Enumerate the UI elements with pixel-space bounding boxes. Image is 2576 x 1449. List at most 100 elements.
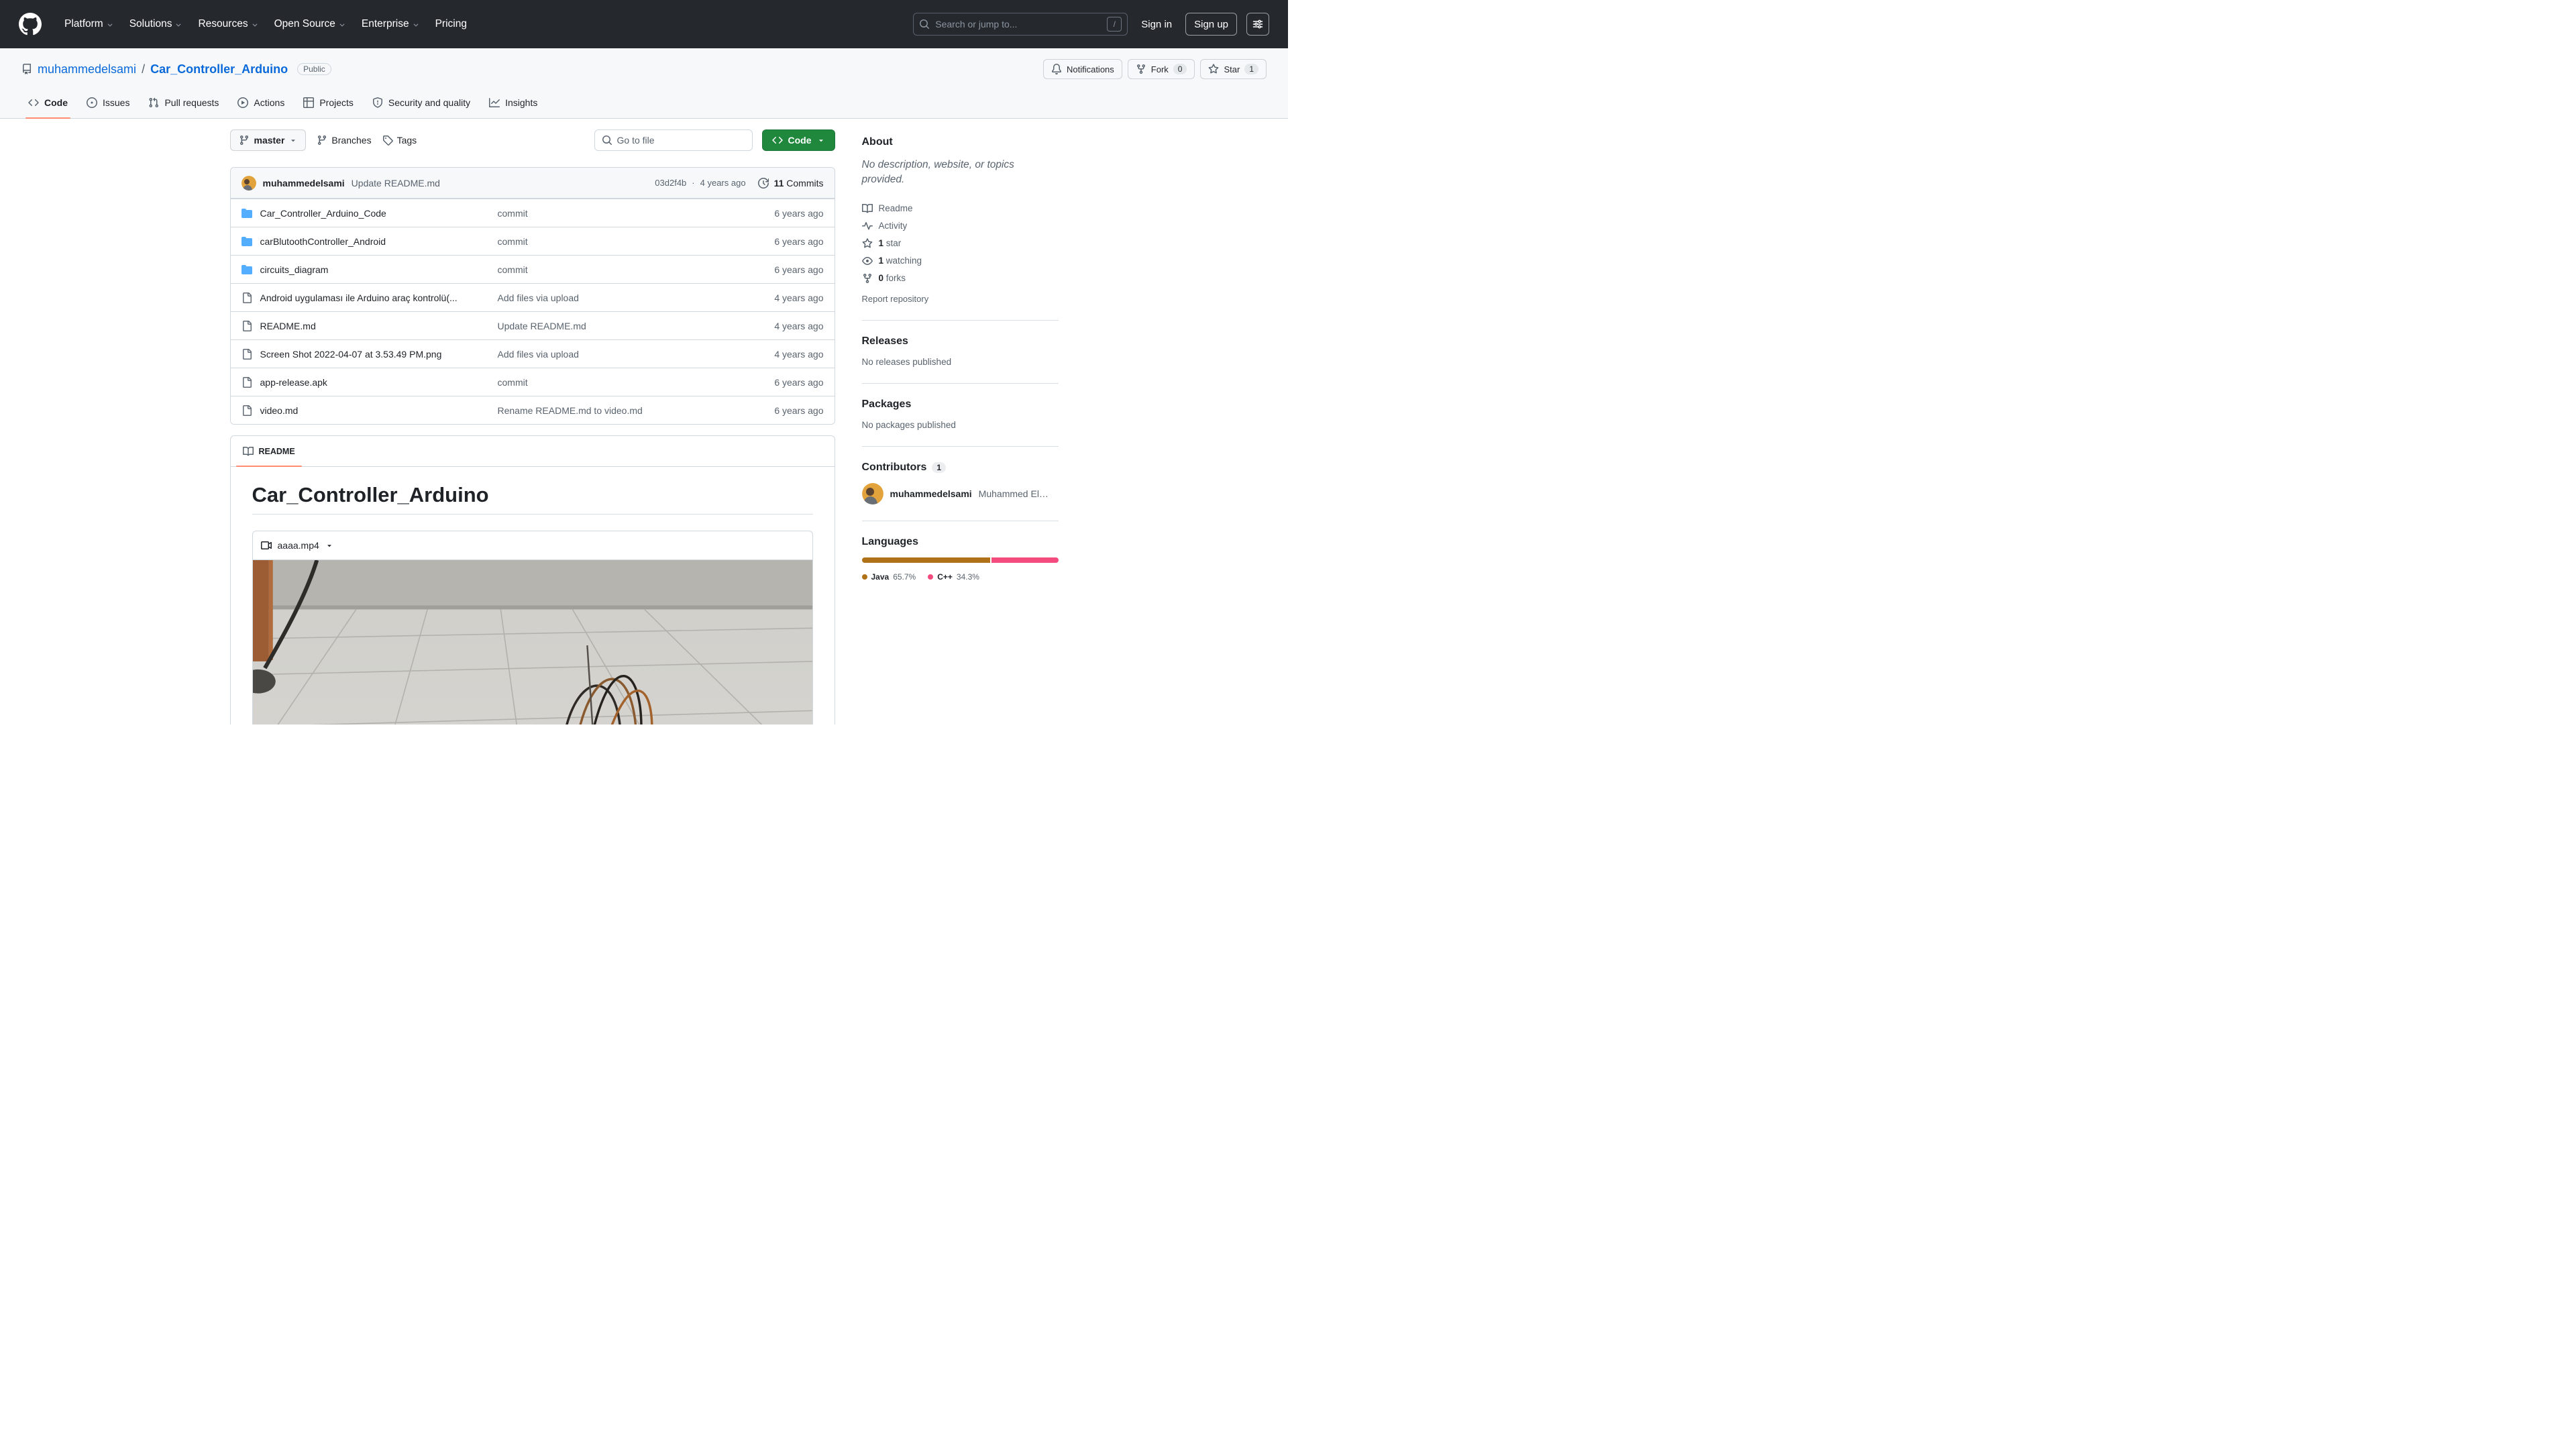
file-name-link[interactable]: Screen Shot 2022-04-07 at 3.53.49 PM.png bbox=[260, 349, 442, 360]
branch-selector[interactable]: master bbox=[230, 129, 307, 151]
language-bar-java[interactable] bbox=[862, 557, 990, 563]
main-content: master Branches Tags bbox=[230, 129, 1059, 724]
languages-heading: Languages bbox=[862, 536, 1059, 548]
releases-heading[interactable]: Releases bbox=[862, 335, 1059, 347]
file-commit-link[interactable]: commit bbox=[498, 377, 528, 388]
avatar[interactable] bbox=[862, 483, 883, 504]
file-name-link[interactable]: app-release.apk bbox=[260, 377, 327, 388]
file-browser: muhammedelsami Update README.md 03d2f4b … bbox=[230, 167, 835, 425]
language-cpp[interactable]: C++ 34.3% bbox=[928, 572, 979, 582]
file-row: carBlutoothController_Android commit 6 y… bbox=[231, 227, 835, 255]
about-heading: About bbox=[862, 136, 1059, 148]
star-icon bbox=[862, 238, 873, 249]
tab-projects[interactable]: Projects bbox=[297, 87, 360, 118]
contributor-full-name: Muhammed El… bbox=[979, 488, 1049, 499]
file-name-link[interactable]: circuits_diagram bbox=[260, 264, 329, 275]
fork-button[interactable]: Fork 0 bbox=[1128, 59, 1195, 79]
star-button[interactable]: Star 1 bbox=[1200, 59, 1267, 79]
robot-car-video-still bbox=[253, 560, 812, 724]
history-icon bbox=[758, 178, 769, 189]
tab-code[interactable]: Code bbox=[21, 87, 74, 118]
global-search[interactable]: / bbox=[913, 13, 1128, 36]
file-commit-link[interactable]: commit bbox=[498, 264, 528, 275]
go-to-file-input[interactable] bbox=[617, 135, 745, 146]
appearance-settings-button[interactable] bbox=[1246, 13, 1269, 36]
commit-author-link[interactable]: muhammedelsami bbox=[263, 178, 345, 189]
repo-tabs: Code Issues Pull requests Actions Projec… bbox=[21, 87, 1267, 118]
shield-icon bbox=[372, 97, 383, 108]
nav-item-resources[interactable]: Resources bbox=[193, 13, 263, 36]
file-row: Car_Controller_Arduino_Code commit 6 yea… bbox=[231, 199, 835, 227]
repo-book-icon bbox=[21, 64, 32, 74]
breadcrumb: muhammedelsami / Car_Controller_Arduino … bbox=[21, 62, 331, 76]
activity-stat[interactable]: Activity bbox=[862, 217, 1059, 235]
file-commit-link[interactable]: Rename README.md to video.md bbox=[498, 405, 643, 416]
file-name-link[interactable]: Android uygulaması ile Arduino araç kont… bbox=[260, 292, 458, 303]
contributors-heading[interactable]: Contributors1 bbox=[862, 462, 1059, 474]
go-to-file-box[interactable] bbox=[594, 129, 753, 151]
play-icon bbox=[237, 97, 248, 108]
file-commit-link[interactable]: Update README.md bbox=[498, 321, 586, 331]
latest-commit-bar: muhammedelsami Update README.md 03d2f4b … bbox=[231, 168, 835, 199]
language-bar-cpp[interactable] bbox=[991, 557, 1059, 563]
stars-stat[interactable]: 1 star bbox=[862, 235, 1059, 252]
breadcrumb-owner-link[interactable]: muhammedelsami bbox=[38, 62, 136, 76]
nav-item-enterprise[interactable]: Enterprise bbox=[356, 13, 425, 36]
file-icon bbox=[241, 377, 252, 388]
sign-in-link[interactable]: Sign in bbox=[1137, 15, 1176, 34]
triangle-down-icon bbox=[289, 136, 297, 144]
tags-link[interactable]: Tags bbox=[382, 135, 417, 146]
contributor-login-link[interactable]: muhammedelsami bbox=[890, 488, 972, 499]
packages-heading[interactable]: Packages bbox=[862, 398, 1059, 411]
file-name-link[interactable]: README.md bbox=[260, 321, 316, 331]
commits-count-link[interactable]: 11 Commits bbox=[774, 178, 824, 189]
readme-stat[interactable]: Readme bbox=[862, 200, 1059, 217]
file-name-link[interactable]: video.md bbox=[260, 405, 299, 416]
file-row: app-release.apk commit 6 years ago bbox=[231, 368, 835, 396]
breadcrumb-repo-link[interactable]: Car_Controller_Arduino bbox=[150, 62, 288, 76]
file-name-link[interactable]: carBlutoothController_Android bbox=[260, 236, 386, 247]
commit-sha-link[interactable]: 03d2f4b bbox=[655, 178, 686, 188]
file-commit-link[interactable]: commit bbox=[498, 208, 528, 219]
file-name-link[interactable]: Car_Controller_Arduino_Code bbox=[260, 208, 386, 219]
nav-item-platform[interactable]: Platform bbox=[59, 13, 119, 36]
tab-security-and-quality[interactable]: Security and quality bbox=[366, 87, 477, 118]
tab-actions[interactable]: Actions bbox=[231, 87, 291, 118]
forks-stat[interactable]: 0 forks bbox=[862, 270, 1059, 287]
tab-insights[interactable]: Insights bbox=[482, 87, 544, 118]
video-player-header[interactable]: aaaa.mp4 bbox=[253, 531, 812, 559]
branches-link[interactable]: Branches bbox=[317, 135, 371, 146]
nav-item-solutions[interactable]: Solutions bbox=[124, 13, 188, 36]
video-frame[interactable] bbox=[253, 559, 812, 724]
nav-item-open-source[interactable]: Open Source bbox=[269, 13, 351, 36]
repo-sidebar: About No description, website, or topics… bbox=[862, 129, 1059, 724]
file-age: 6 years ago bbox=[737, 208, 824, 219]
table-icon bbox=[303, 97, 314, 108]
file-commit-link[interactable]: Add files via upload bbox=[498, 292, 579, 303]
file-commit-link[interactable]: commit bbox=[498, 236, 528, 247]
code-download-button[interactable]: Code bbox=[762, 129, 835, 151]
language-java[interactable]: Java 65.7% bbox=[862, 572, 916, 582]
file-commit-link[interactable]: Add files via upload bbox=[498, 349, 579, 360]
file-icon bbox=[241, 321, 252, 331]
watching-stat[interactable]: 1 watching bbox=[862, 252, 1059, 270]
commit-message-link[interactable]: Update README.md bbox=[352, 178, 440, 189]
avatar[interactable] bbox=[241, 176, 256, 191]
notifications-button[interactable]: Notifications bbox=[1043, 59, 1122, 79]
nav-item-pricing[interactable]: Pricing bbox=[430, 13, 472, 36]
search-icon bbox=[602, 135, 612, 146]
fork-icon bbox=[1136, 64, 1146, 74]
tab-issues[interactable]: Issues bbox=[80, 87, 136, 118]
report-repository-link[interactable]: Report repository bbox=[862, 294, 1059, 304]
tab-pull-requests[interactable]: Pull requests bbox=[142, 87, 225, 118]
contributors-count: 1 bbox=[932, 462, 946, 473]
readme-card: README Car_Controller_Arduino aaaa.mp4 bbox=[230, 435, 835, 724]
readme-tab[interactable]: README bbox=[236, 436, 302, 466]
file-row: Screen Shot 2022-04-07 at 3.53.49 PM.png… bbox=[231, 339, 835, 368]
github-logo[interactable] bbox=[19, 13, 42, 36]
file-age: 6 years ago bbox=[737, 377, 824, 388]
search-input[interactable] bbox=[935, 19, 1102, 30]
contributor-row[interactable]: muhammedelsami Muhammed El… bbox=[862, 483, 1059, 504]
sign-up-button[interactable]: Sign up bbox=[1185, 13, 1237, 36]
readme-title: Car_Controller_Arduino bbox=[252, 483, 813, 515]
